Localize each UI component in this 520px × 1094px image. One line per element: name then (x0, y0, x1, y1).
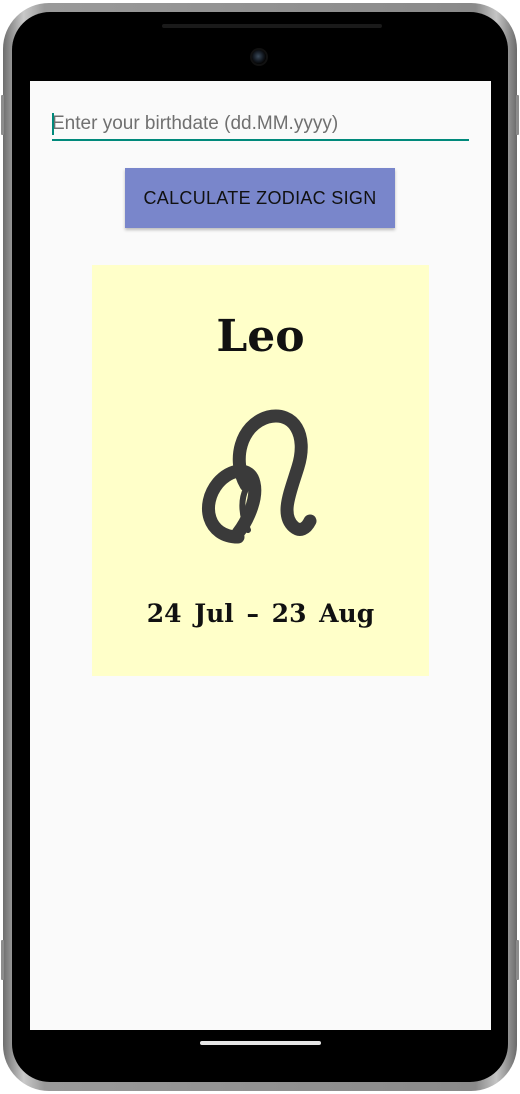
leo-symbol-icon (202, 409, 317, 544)
speaker-grille (162, 24, 382, 28)
side-button-right-bottom (516, 940, 519, 980)
birthdate-input[interactable] (52, 109, 469, 141)
app-screen: CALCULATE ZODIAC SIGN Leo 24 Jul – 23 Au… (30, 81, 491, 1030)
front-camera (252, 50, 266, 64)
zodiac-date-range: 24 Jul – 23 Aug (146, 599, 375, 628)
navigation-handle[interactable] (200, 1041, 321, 1045)
side-button-top (1, 95, 4, 135)
calculate-zodiac-button[interactable]: CALCULATE ZODIAC SIGN (125, 168, 395, 228)
zodiac-result-card: Leo 24 Jul – 23 Aug (92, 265, 429, 676)
zodiac-sign-name: Leo (216, 311, 305, 362)
text-cursor (52, 113, 54, 135)
side-button-right-top (516, 95, 519, 135)
side-button-bottom (1, 940, 4, 980)
birthdate-field[interactable] (52, 109, 469, 143)
